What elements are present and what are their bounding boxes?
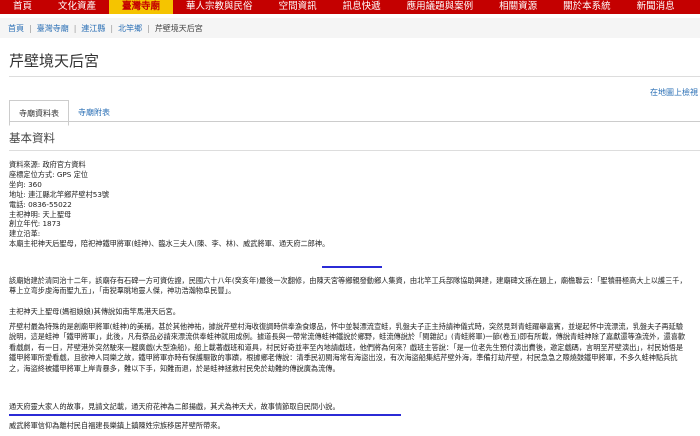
breadcrumb-current: 芹壁境天后宮 [154,23,203,33]
tab-divider [9,121,700,122]
breadcrumb-township[interactable]: 北竿鄉 [118,23,142,34]
nav-item-news-express[interactable]: 訊息快遞 [330,0,394,14]
legend-paragraph: 芹壁村最為特殊的是創廟甲將軍(蛙神)的美稱，甚於其他神祐，據說芹壁村海收復調時供… [9,322,686,373]
annotation-underline [322,266,382,268]
nav-item-home[interactable]: 首頁 [0,0,45,14]
annotation-underline [9,414,401,416]
info-history-line: 本廟主祀神天后聖母，陪祀神鐵甲將軍(蛙神)、臨水三夫人(陳、李、林)、威武將軍、… [9,239,330,249]
deity-paragraph: 主祀神天上聖母(媽祖娘娘)其傳說如南竿馬港天后宮。 [9,307,180,316]
general-paragraph: 威武將軍信仰為離村民自福建長樂鎮上鎮陳姓宗族移居芹壁所帶來。 [9,421,225,430]
basic-info: 資料來源: 政府官方資料 座標定位方式: GPS 定位 坐向: 360 地址: … [9,160,329,249]
title-divider [9,76,700,77]
breadcrumb-home[interactable]: 首頁 [8,23,24,34]
info-coordinate-method: 座標定位方式: GPS 定位 [9,169,88,179]
info-phone: 電話: 0836-55022 [9,199,72,209]
tab-temple-data[interactable]: 寺廟資料表 [9,100,69,126]
breadcrumb-separator: | [147,23,150,33]
breadcrumb: 首頁 | 臺灣寺廟 | 連江縣 | 北竿鄉 | 芹壁境天后宮 [0,18,700,38]
nav-item-cultural-heritage[interactable]: 文化資產 [45,0,109,14]
nav-item-religion-folk[interactable]: 華人宗教與民俗 [173,0,266,14]
nav-item-about[interactable]: 關於本系統 [550,0,624,14]
info-source: 資料來源: 政府官方資料 [9,160,86,169]
tab-bar: 寺廟資料表 寺廟附表 [9,100,119,126]
section-title: 基本資料 [9,131,55,145]
history-paragraph: 該廟始建於清同治十二年，該廟存有石碑一方可資佐證，民國六十八年(癸亥年)最後一次… [9,276,687,296]
breadcrumb-separator: | [29,23,32,33]
breadcrumb-taiwan-temples[interactable]: 臺灣寺廟 [37,23,69,34]
page-title: 芹壁境天后宮 [9,52,100,70]
info-main-deity: 主祀神明: 天上聖母 [9,209,72,219]
info-founded: 創立年代: 1873 [9,219,61,229]
nav-item-applications[interactable]: 應用議題與案例 [394,0,487,14]
info-history-label: 建立沿革: [9,229,41,239]
breadcrumb-county[interactable]: 連江縣 [81,23,105,34]
tab-temple-appendix[interactable]: 寺廟附表 [69,100,119,126]
erlang-paragraph: 通天府靈大家人的故事，見請文記載，通天府花神為二郎揚戲，其犬為神天犬，故事情節取… [9,402,340,411]
top-nav: 首頁 文化資產 臺灣寺廟 華人宗教與民俗 空間資訊 訊息快遞 應用議題與案例 相… [0,0,700,14]
nav-item-news[interactable]: 新聞消息 [624,0,688,14]
nav-item-resources[interactable]: 相關資源 [486,0,550,14]
breadcrumb-separator: | [110,23,114,33]
info-address: 地址: 連江縣北竿鄉芹壁村53號 [9,189,110,199]
section-divider [9,150,700,151]
nav-item-taiwan-temples[interactable]: 臺灣寺廟 [109,0,174,14]
map-view-link[interactable]: 在地圖上檢視 [650,87,698,98]
info-orientation: 坐向: 360 [9,179,42,189]
breadcrumb-separator: | [73,23,77,33]
nav-item-spatial-info[interactable]: 空間資訊 [266,0,330,14]
